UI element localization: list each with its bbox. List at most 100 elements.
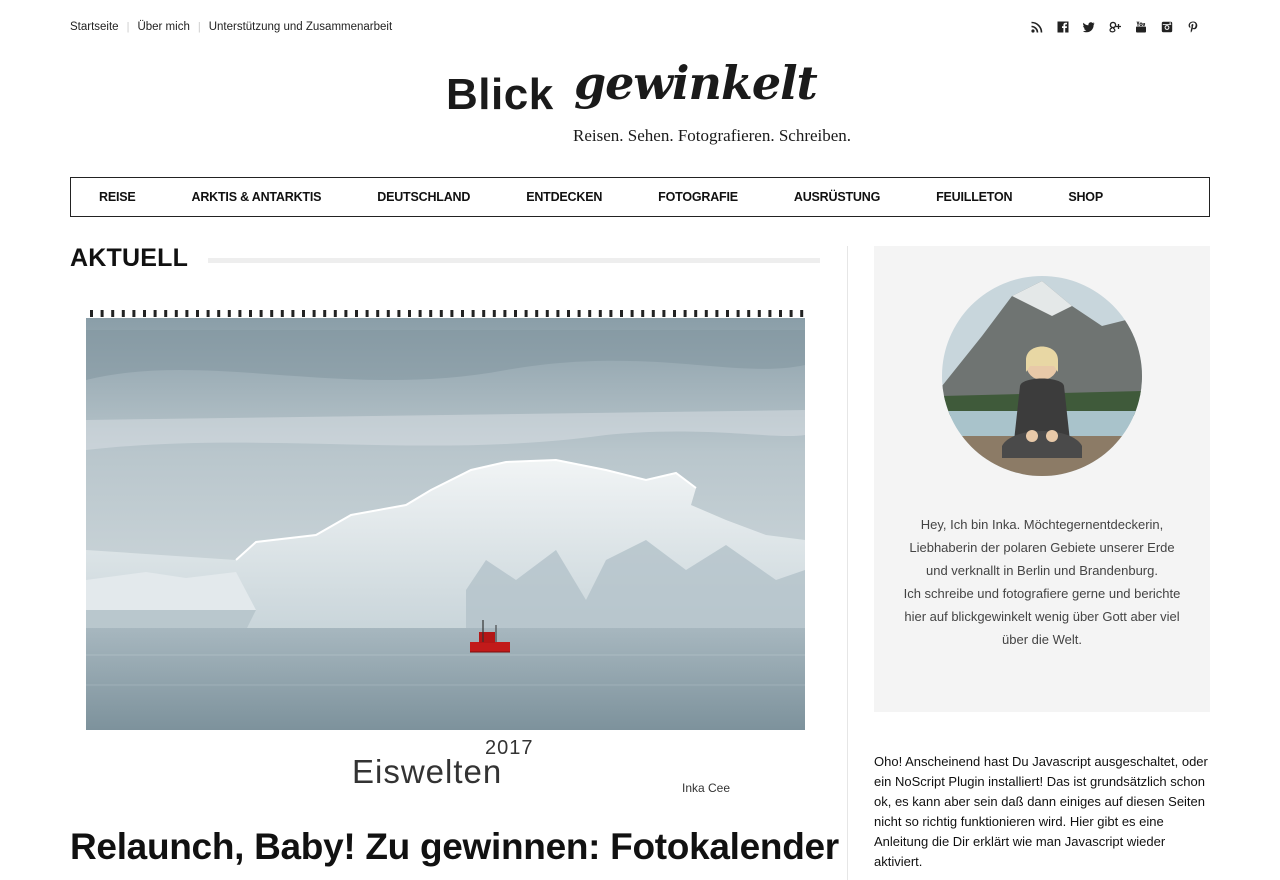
nav-item-reise[interactable]: REISE (99, 190, 136, 204)
spiral-ring (630, 310, 634, 317)
spiral-ring (439, 310, 443, 317)
nav-item-feuilleton[interactable]: FEUILLETON (936, 190, 1012, 204)
spiral-ring (461, 310, 464, 317)
spiral-ring (132, 310, 136, 317)
nav-item-ausruestung[interactable]: AUSRÜSTUNG (794, 190, 880, 204)
spiral-ring (641, 310, 645, 317)
section-title: AKTUELL (70, 244, 189, 272)
spiral-ring (90, 310, 93, 317)
spiral-ring (800, 310, 804, 317)
spiral-ring (100, 310, 104, 317)
author-avatar (942, 276, 1142, 476)
topnav-link-ueber-mich[interactable]: Über mich (137, 21, 189, 33)
spiral-ring (747, 310, 751, 317)
site-logo[interactable]: Blick gewinkelt Reisen. Sehen. Fotografi… (446, 56, 851, 152)
spiral-ring (355, 310, 358, 317)
logo-wordmark-script: gewinkelt (574, 56, 818, 110)
spiral-ring (365, 310, 369, 317)
spiral-ring (683, 310, 687, 317)
topnav-separator: | (126, 21, 130, 33)
spiral-ring (206, 310, 210, 317)
spiral-ring (386, 310, 390, 317)
spiral-ring (694, 310, 698, 317)
spiral-ring (174, 310, 178, 317)
pinterest-icon[interactable] (1180, 18, 1206, 36)
calendar-title: Eiswelten (352, 753, 503, 790)
spiral-ring (270, 310, 274, 317)
spiral-ring (609, 310, 613, 317)
about-paragraph: Ich schreibe und fotografiere gerne und … (903, 586, 1181, 647)
spiral-ring (503, 310, 507, 317)
spiral-ring (217, 310, 221, 317)
twitter-icon[interactable] (1076, 18, 1102, 36)
spiral-ring (779, 310, 782, 317)
spiral-ring (514, 310, 517, 317)
facebook-icon[interactable] (1050, 18, 1076, 36)
spiral-ring (736, 310, 740, 317)
featured-image[interactable]: 2017 Eiswelten Inka Cee (86, 310, 805, 804)
about-paragraph: Hey, Ich bin Inka. Möchtegernentdeckerin… (909, 517, 1175, 578)
spiral-ring (620, 310, 623, 317)
nav-item-shop[interactable]: SHOP (1068, 190, 1103, 204)
spiral-ring (408, 310, 411, 317)
spiral-ring (789, 310, 793, 317)
spiral-ring (492, 310, 496, 317)
spiral-ring (185, 310, 189, 317)
main-navigation: REISE ARKTIS & ANTARKTIS DEUTSCHLAND ENT… (70, 177, 1210, 217)
spiral-ring (471, 310, 475, 317)
nav-item-fotografie[interactable]: FOTOGRAFIE (658, 190, 738, 204)
noscript-notice: Oho! Anscheinend hast Du Javascript ausg… (874, 754, 1208, 869)
about-text: Hey, Ich bin Inka. Möchtegernentdeckerin… (898, 513, 1186, 651)
spiral-ring (567, 310, 570, 317)
spiral-ring (121, 310, 125, 317)
spiral-ring (704, 310, 708, 317)
spiral-ring (153, 310, 157, 317)
spiral-ring (333, 310, 337, 317)
spiral-ring (344, 310, 348, 317)
spiral-ring (238, 310, 242, 317)
social-links (1024, 18, 1206, 36)
nav-item-arktis-antarktis[interactable]: ARKTIS & ANTARKTIS (192, 190, 322, 204)
spiral-ring (164, 310, 168, 317)
spiral-ring (556, 310, 560, 317)
spiral-ring (280, 310, 284, 317)
spiral-ring (768, 310, 772, 317)
youtube-icon[interactable] (1128, 18, 1154, 36)
spiral-ring (577, 310, 581, 317)
about-widget: Hey, Ich bin Inka. Möchtegernentdeckerin… (874, 246, 1210, 712)
topnav-separator: | (197, 21, 201, 33)
spiral-ring (429, 310, 433, 317)
spiral-ring (376, 310, 380, 317)
spiral-ring (450, 310, 454, 317)
top-navigation: Startseite | Über mich | Unterstützung u… (70, 21, 392, 33)
spiral-ring (227, 310, 231, 317)
rss-icon[interactable] (1024, 18, 1050, 36)
spiral-ring (482, 310, 486, 317)
spiral-ring (524, 310, 528, 317)
logo-wordmark-main: Blick (446, 70, 554, 119)
spiral-ring (418, 310, 422, 317)
post-title[interactable]: Relaunch, Baby! Zu gewinnen: Fotokalende… (70, 826, 839, 868)
logo-tagline: Reisen. Sehen. Fotografieren. Schreiben. (573, 126, 852, 145)
topnav-link-unterstuetzung[interactable]: Unterstützung und Zusammenarbeit (209, 21, 392, 33)
google-plus-icon[interactable] (1102, 18, 1128, 36)
calendar-author: Inka Cee (682, 781, 731, 795)
spiral-ring (662, 310, 666, 317)
nav-item-entdecken[interactable]: ENTDECKEN (526, 190, 602, 204)
spiral-ring (143, 310, 146, 317)
spiral-ring (598, 310, 602, 317)
instagram-icon[interactable] (1154, 18, 1180, 36)
spiral-ring (757, 310, 761, 317)
spiral-ring (651, 310, 655, 317)
spiral-ring (291, 310, 295, 317)
spiral-ring (312, 310, 316, 317)
nav-item-deutschland[interactable]: DEUTSCHLAND (377, 190, 470, 204)
spiral-ring (259, 310, 263, 317)
spiral-ring (397, 310, 401, 317)
spiral-ring (715, 310, 719, 317)
spiral-ring (302, 310, 305, 317)
spiral-ring (323, 310, 327, 317)
spiral-ring (535, 310, 539, 317)
spiral-ring (726, 310, 729, 317)
topnav-link-startseite[interactable]: Startseite (70, 21, 119, 33)
